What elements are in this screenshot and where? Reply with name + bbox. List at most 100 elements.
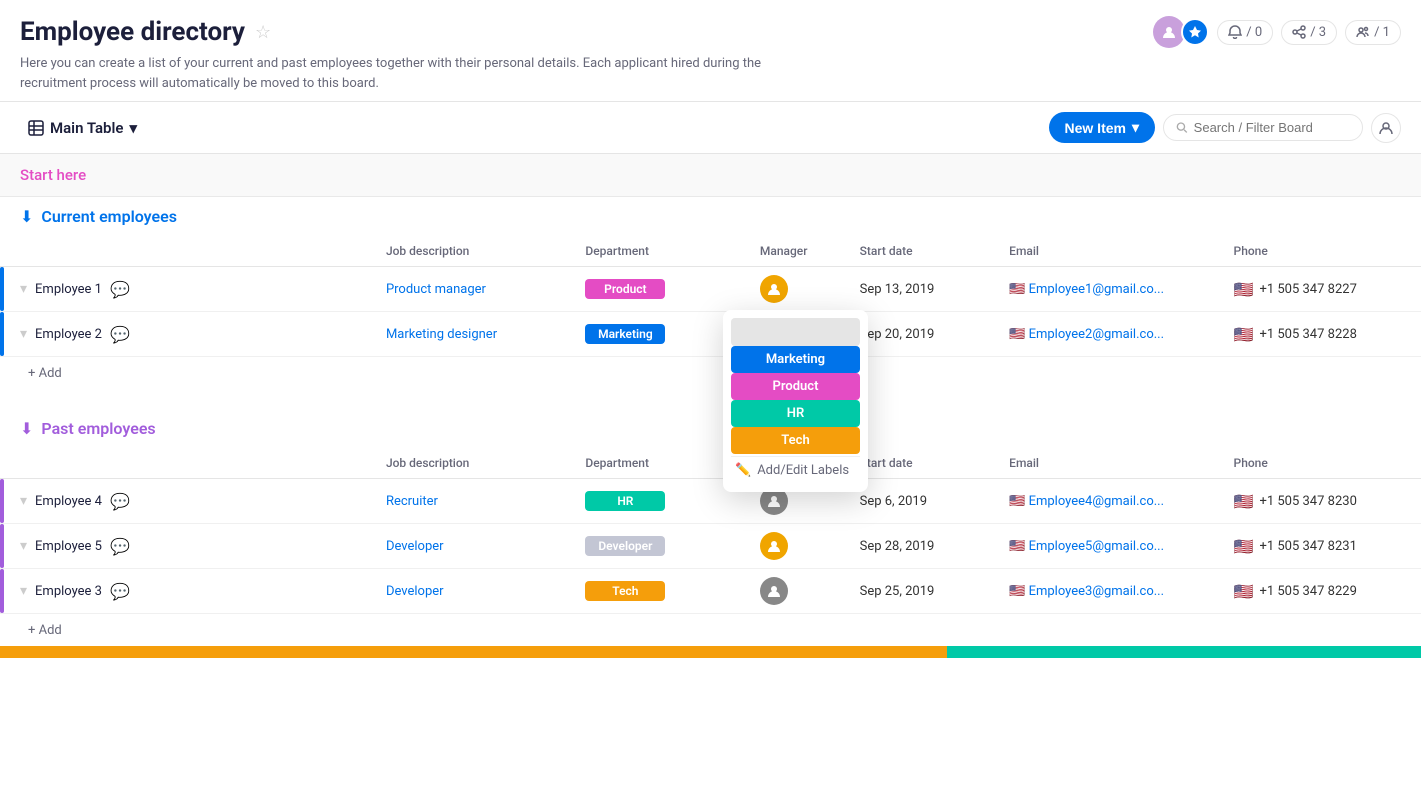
job-link[interactable]: Developer <box>386 584 444 599</box>
flag-icon: 🇺🇸 <box>1234 537 1254 556</box>
past-employees-header: ⬇ Past employees <box>0 409 1421 448</box>
expand-icon[interactable]: ▾ <box>20 281 27 297</box>
add-edit-labels-button[interactable]: ✏️ Add/Edit Labels <box>731 456 860 484</box>
past-employees-body: ▾ Employee 4 💬 Recruiter HR Sep 6, 201 <box>0 479 1421 614</box>
expand-icon[interactable]: ▾ <box>20 538 27 554</box>
job-cell: Developer <box>374 524 573 569</box>
past-col-header-email: Email <box>997 448 1221 479</box>
employee-name: Employee 4 <box>35 494 102 509</box>
flag-icon: 🇺🇸 <box>1234 280 1254 299</box>
dept-dropdown[interactable]: Marketing Product HR Tech ✏️ Add/Edit La… <box>723 310 868 492</box>
email-link[interactable]: 🇺🇸 Employee5@gmail.co... <box>1009 539 1164 554</box>
people-stat[interactable]: / 1 <box>1345 20 1401 45</box>
star-icon[interactable]: ☆ <box>255 22 271 43</box>
current-employees-title[interactable]: Current employees <box>41 207 177 226</box>
pencil-icon: ✏️ <box>735 463 751 478</box>
past-col-header-start-date: Start date <box>848 448 998 479</box>
avatar-badge <box>1181 18 1209 46</box>
current-employees-thead-row: Job description Department Manager Start… <box>0 236 1421 267</box>
employee-name: Employee 3 <box>35 584 102 599</box>
dept-cell[interactable]: Tech <box>573 569 748 614</box>
search-input[interactable] <box>1194 120 1350 135</box>
job-link[interactable]: Developer <box>386 539 444 554</box>
phone-cell: 🇺🇸 +1 505 347 8231 <box>1222 524 1421 569</box>
notifications-count: / 0 <box>1246 25 1262 40</box>
dept-option-empty[interactable] <box>731 318 860 346</box>
col-header-manager: Manager <box>748 236 848 267</box>
current-employees-add-button[interactable]: + Add <box>20 362 70 385</box>
past-employees-add-row: + Add <box>0 614 1421 646</box>
expand-icon[interactable]: ▾ <box>20 493 27 509</box>
email-link[interactable]: 🇺🇸 Employee4@gmail.co... <box>1009 494 1164 509</box>
past-employees-table-el: Job description Department Manager Start… <box>0 448 1421 614</box>
toolbar-right: New Item ▾ <box>1049 112 1402 143</box>
dept-badge[interactable]: Tech <box>585 581 665 601</box>
dept-badge[interactable]: HR <box>585 491 665 511</box>
email-link[interactable]: 🇺🇸 Employee2@gmail.co... <box>1009 327 1164 342</box>
manager-avatar <box>760 577 788 605</box>
employee-name: Employee 2 <box>35 327 102 342</box>
past-employees-table: Job description Department Manager Start… <box>0 448 1421 646</box>
dept-cell[interactable]: Developer <box>573 524 748 569</box>
col-header-email: Email <box>997 236 1221 267</box>
bottom-bar-orange <box>0 646 947 658</box>
comment-icon[interactable]: 💬 <box>110 582 130 601</box>
page-title: Employee directory <box>20 17 245 47</box>
new-item-label: New Item <box>1065 120 1126 136</box>
col-header-phone: Phone <box>1222 236 1421 267</box>
dept-option-hr[interactable]: HR <box>731 400 860 427</box>
avatar-group <box>1153 16 1209 48</box>
table-row: ▾ Employee 3 💬 Developer Tech Sep 25, <box>0 569 1421 614</box>
page-header: Employee directory ☆ / 0 / 3 <box>0 0 1421 102</box>
new-item-dropdown-icon: ▾ <box>1132 119 1139 136</box>
dept-badge[interactable]: Product <box>585 279 665 299</box>
name-cell: ▾ Employee 5 💬 <box>0 524 374 569</box>
expand-icon[interactable]: ▾ <box>20 326 27 342</box>
comment-icon[interactable]: 💬 <box>110 537 130 556</box>
manager-avatar <box>760 275 788 303</box>
table-row: ▾ Employee 4 💬 Recruiter HR Sep 6, 201 <box>0 479 1421 524</box>
expand-icon[interactable]: ▾ <box>20 583 27 599</box>
email-link[interactable]: 🇺🇸 Employee3@gmail.co... <box>1009 584 1164 599</box>
user-icon[interactable] <box>1371 113 1401 143</box>
new-item-button[interactable]: New Item ▾ <box>1049 112 1156 143</box>
share-stat[interactable]: / 3 <box>1281 20 1337 45</box>
past-employees-title[interactable]: Past employees <box>41 419 155 438</box>
job-link[interactable]: Recruiter <box>386 494 438 509</box>
job-link[interactable]: Marketing designer <box>386 327 497 342</box>
dept-badge[interactable]: Developer <box>585 536 665 556</box>
job-cell: Product manager <box>374 267 573 312</box>
phone-cell: 🇺🇸 +1 505 347 8228 <box>1222 312 1421 357</box>
name-cell: ▾ Employee 4 💬 <box>0 479 374 524</box>
past-employees-thead-row: Job description Department Manager Start… <box>0 448 1421 479</box>
header-actions: / 0 / 3 / 1 <box>1153 16 1401 48</box>
search-box[interactable] <box>1163 114 1363 141</box>
flag-icon: 🇺🇸 <box>1234 325 1254 344</box>
past-employees-add-button[interactable]: + Add <box>20 619 70 642</box>
dept-option-marketing[interactable]: Marketing <box>731 346 860 373</box>
dept-cell[interactable]: Marketing <box>573 312 748 357</box>
start-date-cell: Sep 25, 2019 <box>848 569 998 614</box>
dept-option-tech[interactable]: Tech <box>731 427 860 454</box>
comment-icon[interactable]: 💬 <box>110 325 130 344</box>
current-employees-add-row: + Add <box>0 357 1421 389</box>
email-link[interactable]: 🇺🇸 Employee1@gmail.co... <box>1009 282 1164 297</box>
main-table-button[interactable]: Main Table ▾ <box>20 115 145 141</box>
job-cell: Recruiter <box>374 479 573 524</box>
phone-cell: 🇺🇸 +1 505 347 8227 <box>1222 267 1421 312</box>
dept-badge[interactable]: Marketing <box>585 324 665 344</box>
bottom-bar <box>0 646 1421 658</box>
board: Start here ⬇ Current employees Job descr… <box>0 154 1421 658</box>
notifications-stat[interactable]: / 0 <box>1217 20 1273 45</box>
dept-cell[interactable]: HR <box>573 479 748 524</box>
comment-icon[interactable]: 💬 <box>110 280 130 299</box>
current-employees-toggle[interactable]: ⬇ <box>20 207 33 226</box>
dept-cell[interactable]: Product <box>573 267 748 312</box>
dept-option-product[interactable]: Product <box>731 373 860 400</box>
email-cell: 🇺🇸 Employee1@gmail.co... <box>997 267 1221 312</box>
start-date-cell: Sep 28, 2019 <box>848 524 998 569</box>
comment-icon[interactable]: 💬 <box>110 492 130 511</box>
past-employees-toggle[interactable]: ⬇ <box>20 419 33 438</box>
people-count: / 1 <box>1374 25 1390 40</box>
job-link[interactable]: Product manager <box>386 282 486 297</box>
